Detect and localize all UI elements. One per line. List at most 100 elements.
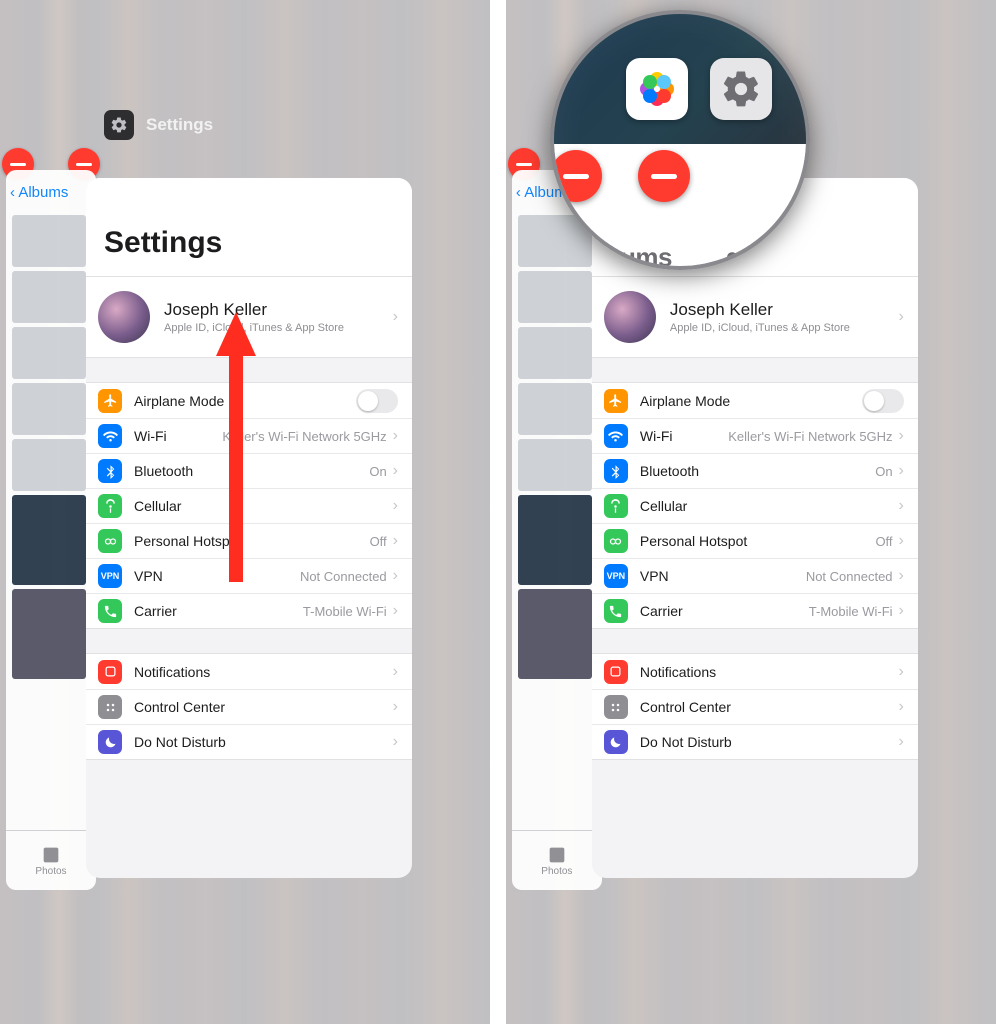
- photo-thumb: [12, 271, 86, 323]
- row-detail: On: [875, 464, 892, 479]
- phone-icon: [604, 599, 628, 623]
- bluetooth-row[interactable]: Bluetooth On ›: [592, 453, 918, 488]
- photos-app-icon: [626, 58, 688, 120]
- hotspot-icon: [98, 529, 122, 553]
- control-center-row[interactable]: Control Center ›: [592, 689, 918, 724]
- photos-tab-bar[interactable]: Photos: [6, 830, 96, 890]
- hotspot-icon: [604, 529, 628, 553]
- notifications-row[interactable]: Notifications ›: [592, 654, 918, 689]
- chevron-right-icon: ›: [899, 733, 904, 751]
- airplane-icon: [604, 389, 628, 413]
- chevron-right-icon: ›: [899, 462, 904, 480]
- chevron-right-icon: ›: [393, 427, 398, 445]
- vpn-row[interactable]: VPN VPN Not Connected ›: [592, 558, 918, 593]
- airplane-toggle[interactable]: [862, 389, 904, 413]
- photo-thumb: [12, 215, 86, 267]
- row-label: Airplane Mode: [640, 393, 862, 409]
- photo-thumb: [518, 589, 592, 679]
- account-name: Joseph Keller: [670, 300, 850, 320]
- notifications-row[interactable]: Notifications ›: [86, 654, 412, 689]
- row-detail: Not Connected: [300, 569, 387, 584]
- row-label: Notifications: [640, 664, 899, 680]
- settings-app-icon: [710, 58, 772, 120]
- chevron-right-icon: ›: [393, 497, 398, 515]
- cellular-icon: [98, 494, 122, 518]
- dnd-row[interactable]: Do Not Disturb ›: [592, 724, 918, 759]
- magnifier-annotation: bums gs: [550, 10, 810, 270]
- chevron-right-icon: ›: [899, 497, 904, 515]
- photos-app-card[interactable]: ‹ Albums Photos: [512, 170, 602, 890]
- row-label: Bluetooth: [640, 463, 875, 479]
- row-label: Personal Hotspot: [640, 533, 876, 549]
- avatar: [604, 291, 656, 343]
- apple-id-row[interactable]: Joseph Keller Apple ID, iCloud, iTunes &…: [592, 277, 918, 357]
- row-detail: T-Mobile Wi-Fi: [809, 604, 893, 619]
- row-detail: Keller's Wi-Fi Network 5GHz: [728, 429, 892, 444]
- row-label: Carrier: [134, 603, 303, 619]
- airplane-mode-row[interactable]: Airplane Mode: [592, 383, 918, 418]
- notifications-icon: [98, 660, 122, 684]
- account-subtitle: Apple ID, iCloud, iTunes & App Store: [670, 322, 850, 334]
- swipe-up-arrow-annotation: [216, 312, 256, 582]
- bluetooth-icon: [604, 459, 628, 483]
- page-title: Settings: [86, 178, 412, 276]
- carrier-row[interactable]: Carrier T-Mobile Wi-Fi ›: [592, 593, 918, 628]
- control-center-row[interactable]: Control Center ›: [86, 689, 412, 724]
- row-label: Wi-Fi: [134, 428, 222, 444]
- vpn-icon: VPN: [604, 564, 628, 588]
- photo-thumb: [12, 383, 86, 435]
- back-to-albums-link[interactable]: ‹ Albums: [6, 170, 96, 211]
- photo-thumb: [518, 383, 592, 435]
- row-label: Control Center: [134, 699, 393, 715]
- row-label: Carrier: [640, 603, 809, 619]
- photos-app-card[interactable]: ‹ Albums Photos: [6, 170, 96, 890]
- settings-group-system: Notifications › Control Center › Do Not …: [592, 653, 918, 760]
- wifi-row[interactable]: Wi-Fi Keller's Wi-Fi Network 5GHz ›: [592, 418, 918, 453]
- photo-thumb: [518, 271, 592, 323]
- row-detail: On: [369, 464, 386, 479]
- chevron-right-icon: ›: [899, 698, 904, 716]
- photo-thumb: [12, 495, 86, 585]
- settings-group-system: Notifications › Control Center › Do Not …: [86, 653, 412, 760]
- photo-thumb: [518, 327, 592, 379]
- row-label: Cellular: [134, 498, 393, 514]
- chevron-right-icon: ›: [393, 698, 398, 716]
- chevron-right-icon: ›: [899, 532, 904, 550]
- vpn-icon: VPN: [98, 564, 122, 588]
- row-label: VPN: [640, 568, 806, 584]
- photos-tab-icon: [546, 844, 568, 866]
- chevron-right-icon: ›: [899, 308, 904, 326]
- close-app-badge-zoom[interactable]: [550, 150, 602, 202]
- photo-thumb: [12, 589, 86, 679]
- control-center-icon: [604, 695, 628, 719]
- row-detail: Off: [370, 534, 387, 549]
- cellular-row[interactable]: Cellular ›: [592, 488, 918, 523]
- chevron-right-icon: ›: [899, 567, 904, 585]
- row-detail: Not Connected: [806, 569, 893, 584]
- row-detail: Off: [875, 534, 892, 549]
- screenshot-panel-a: Settings ‹ Albums Photos Settings Joseph…: [0, 0, 490, 1024]
- settings-app-card[interactable]: Settings Joseph Keller Apple ID, iCloud,…: [592, 178, 918, 878]
- carrier-row[interactable]: Carrier T-Mobile Wi-Fi ›: [86, 593, 412, 628]
- chevron-right-icon: ›: [393, 733, 398, 751]
- airplane-toggle[interactable]: [356, 389, 398, 413]
- photo-thumb: [12, 327, 86, 379]
- chevron-right-icon: ›: [393, 567, 398, 585]
- row-label: Wi-Fi: [640, 428, 728, 444]
- photos-tab-bar[interactable]: Photos: [512, 830, 602, 890]
- row-label: Cellular: [640, 498, 899, 514]
- hotspot-row[interactable]: Personal Hotspot Off ›: [592, 523, 918, 558]
- airplane-icon: [98, 389, 122, 413]
- chevron-right-icon: ›: [899, 427, 904, 445]
- chevron-right-icon: ›: [899, 602, 904, 620]
- screenshot-panel-b: Settings ‹ Albums Photos Settings Joseph…: [506, 0, 996, 1024]
- chevron-right-icon: ›: [393, 532, 398, 550]
- dnd-row[interactable]: Do Not Disturb ›: [86, 724, 412, 759]
- moon-icon: [98, 730, 122, 754]
- row-label: Do Not Disturb: [640, 734, 899, 750]
- cellular-icon: [604, 494, 628, 518]
- settings-app-icon: [104, 110, 134, 140]
- chevron-right-icon: ›: [393, 462, 398, 480]
- control-center-icon: [98, 695, 122, 719]
- close-app-badge-zoom[interactable]: [638, 150, 690, 202]
